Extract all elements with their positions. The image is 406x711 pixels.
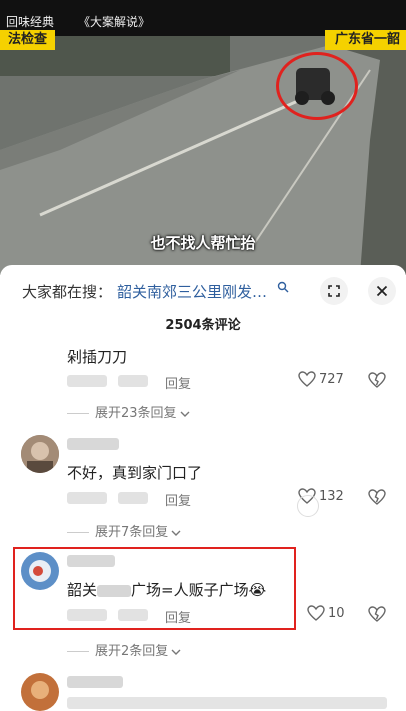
username-blurred[interactable] (67, 676, 123, 688)
comment-item: 韶关 广场=人贩子广场😭 回复 10 展开2条回复 (0, 552, 406, 662)
chevron-down-icon (171, 530, 181, 536)
search-icon[interactable] (277, 281, 289, 293)
avatar[interactable] (21, 552, 59, 590)
close-button[interactable] (368, 277, 396, 305)
comment-count: 2504条评论 (165, 318, 241, 333)
like-count: 10 (328, 605, 345, 621)
avatar[interactable] (21, 673, 59, 711)
avatar-image (21, 552, 59, 590)
chevron-down-icon (171, 649, 181, 655)
expand-replies-label: 展开23条回复 (95, 406, 177, 421)
avatar[interactable] (21, 435, 59, 473)
like-button[interactable]: 727 (298, 371, 344, 387)
touch-indicator (297, 495, 319, 517)
expand-replies[interactable]: 展开2条回复 (67, 640, 182, 659)
annotation-circle (276, 52, 358, 120)
avatar-image (21, 435, 59, 473)
comment-text: 剁插刀刀 (67, 348, 128, 366)
expand-replies-label: 展开2条回复 (95, 644, 169, 659)
comment-text-prefix: 韶关 (67, 581, 98, 599)
chevron-down-icon (180, 411, 190, 417)
comment-text-suffix: 广场=人贩子广场 (131, 581, 249, 599)
comment-text: 韶关 广场=人贩子广场😭 (67, 579, 266, 600)
video-subtitle: 也不找人帮忙抬 (150, 234, 256, 252)
expand-button[interactable] (320, 277, 348, 305)
expand-replies[interactable]: 展开23条回复 (67, 402, 191, 421)
broken-heart-icon (368, 489, 386, 505)
dislike-button[interactable] (368, 372, 386, 392)
comments-sheet: 大家都在搜： 韶关南郊三公里刚发… 2504条评论 剁插刀刀 回复 727 展开… (0, 265, 406, 711)
like-button[interactable]: 10 (307, 605, 345, 621)
expand-replies[interactable]: 展开7条回复 (67, 521, 182, 540)
comment-location-blurred (118, 375, 148, 387)
comment-location-blurred (118, 609, 148, 621)
avatar-image (21, 673, 59, 711)
reply-button[interactable]: 回复 (165, 373, 191, 392)
username-blurred[interactable] (67, 555, 115, 567)
search-prefix-label: 大家都在搜： (22, 283, 113, 301)
broken-heart-icon (368, 372, 386, 388)
comment-date-blurred (67, 609, 107, 621)
comment-item (0, 673, 406, 711)
redacted-text-blurred (97, 584, 132, 597)
broken-heart-icon (368, 606, 386, 622)
heart-icon (307, 605, 325, 621)
channel-label: 回味经典 (6, 15, 55, 29)
dislike-button[interactable] (368, 606, 386, 626)
close-icon (376, 285, 388, 297)
expand-replies-label: 展开7条回复 (95, 525, 169, 540)
comment-date-blurred (67, 375, 107, 387)
comment-item: 不好，真到家门口了 回复 132 展开7条回复 (0, 435, 406, 545)
crying-emoji: 😭 (248, 581, 267, 599)
comment-location-blurred (118, 492, 148, 504)
like-count: 132 (319, 488, 344, 504)
reply-button[interactable]: 回复 (165, 607, 191, 626)
caption-overlay-left: 法检查 (0, 30, 56, 50)
username-blurred[interactable] (67, 438, 119, 450)
comment-text-blurred (67, 697, 387, 709)
like-count: 727 (319, 371, 344, 387)
video-player[interactable]: 回味经典 《大案解说》 法检查 广东省一韶 也不找人帮忙抬 (0, 0, 406, 275)
expand-icon (328, 285, 340, 297)
comment-item: 剁插刀刀 回复 727 展开23条回复 (0, 339, 406, 421)
search-suggestion-link[interactable]: 韶关南郊三公里刚发… (117, 281, 267, 302)
caption-overlay-right: 广东省一韶 (324, 30, 406, 50)
heart-icon (298, 371, 316, 387)
program-title: 《大案解说》 (78, 15, 151, 29)
reply-button[interactable]: 回复 (165, 490, 191, 509)
dislike-button[interactable] (368, 489, 386, 509)
comment-date-blurred (67, 492, 107, 504)
comment-text: 不好，真到家门口了 (67, 464, 203, 482)
